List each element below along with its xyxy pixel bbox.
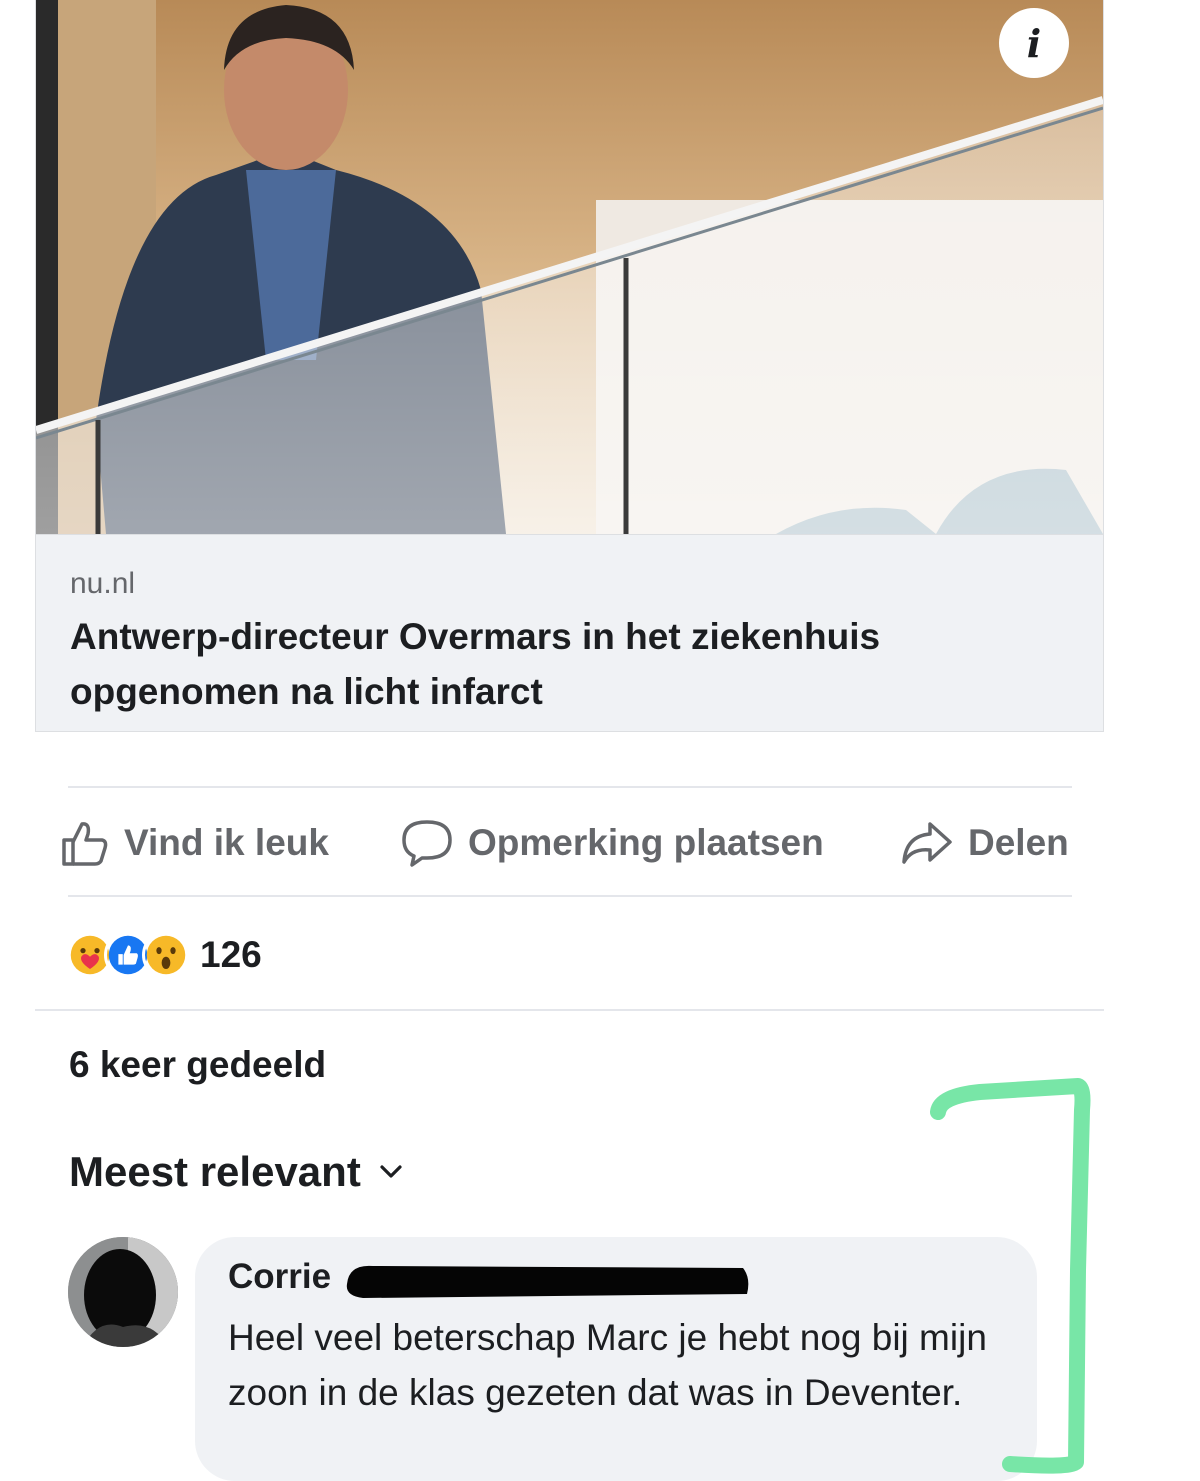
divider [68, 786, 1072, 788]
sort-label: Meest relevant [69, 1148, 361, 1195]
share-label: Delen [968, 822, 1069, 863]
info-icon[interactable]: i [999, 8, 1069, 78]
link-preview-card[interactable]: i nu.nl Antwerp-directeur Overmars in he… [35, 0, 1104, 732]
reaction-summary[interactable]: 126 [66, 928, 262, 982]
redaction-scribble [346, 1265, 749, 1298]
share-icon [902, 822, 952, 864]
like-button[interactable]: Vind ik leuk [60, 806, 329, 880]
comment-author[interactable]: Corrie [228, 1257, 331, 1297]
link-meta[interactable]: nu.nl Antwerp-directeur Overmars in het … [36, 534, 1103, 731]
comment-button[interactable]: Opmerking plaatsen [400, 806, 824, 880]
link-headline[interactable]: Antwerp-directeur Overmars in het zieken… [70, 609, 1070, 719]
article-image[interactable]: i [36, 0, 1103, 534]
share-count[interactable]: 6 keer gedeeld [69, 1044, 326, 1086]
comment-label: Opmerking plaatsen [468, 822, 824, 863]
like-icon [62, 822, 108, 866]
reaction-count: 126 [200, 934, 262, 975]
comment-text: Heel veel beterschap Marc je hebt nog bi… [228, 1317, 987, 1413]
comment-bubble[interactable]: Corrie Heel veel beterschap Marc je hebt… [195, 1237, 1037, 1481]
comment-sort-dropdown[interactable]: Meest relevant [69, 1148, 403, 1196]
avatar[interactable] [68, 1237, 178, 1347]
wow-reaction-icon [142, 931, 190, 979]
share-button[interactable]: Delen [900, 806, 1069, 880]
action-bar: Vind ik leuk Opmerking plaatsen Delen [60, 806, 1080, 880]
comment-icon [402, 820, 452, 867]
divider [35, 1009, 1104, 1011]
link-domain: nu.nl [70, 567, 136, 600]
stadium-photo [36, 0, 1103, 534]
like-label: Vind ik leuk [124, 822, 329, 863]
divider [68, 895, 1072, 897]
chevron-down-icon [380, 1165, 402, 1178]
